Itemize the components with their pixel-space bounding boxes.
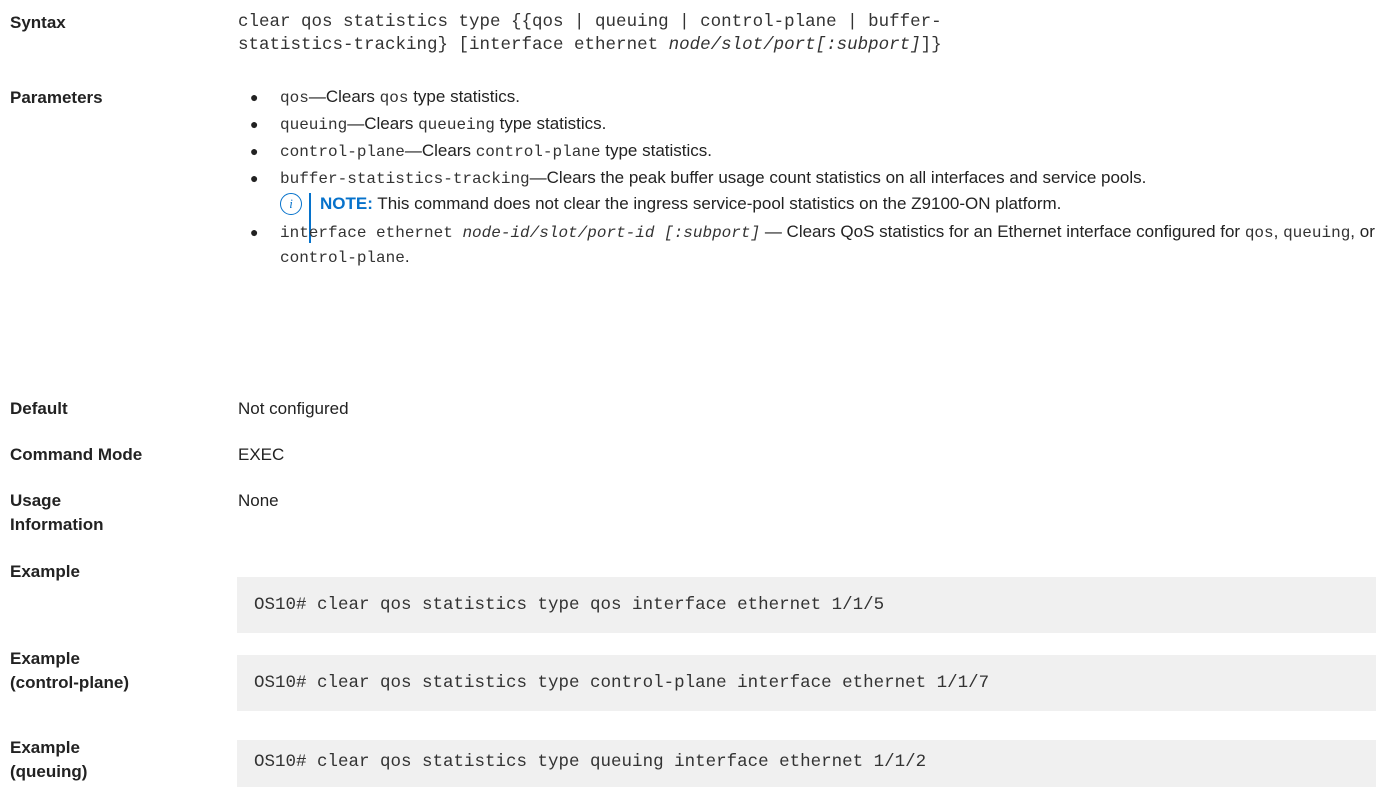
note-text: NOTE: This command does not clear the in… <box>320 194 1062 213</box>
syntax-line-1: clear qos statistics type {{qos | queuin… <box>238 12 942 32</box>
example-queuing-code-block: OS10# clear qos statistics type queuing … <box>237 740 1376 787</box>
bullet-icon: ● <box>250 89 259 105</box>
usage-label: Usage Information <box>10 491 104 534</box>
note-block: i NOTE: This command does not clear the … <box>280 191 1376 243</box>
command-mode-label: Command Mode <box>10 445 143 464</box>
param-item-interface-ethernet: ● interface ethernet node-id/slot/port-i… <box>250 222 1375 267</box>
bullet-icon: ● <box>250 224 259 240</box>
syntax-text: clear qos statistics type {{qos | queuin… <box>238 11 942 57</box>
command-mode-value: EXEC <box>238 445 285 464</box>
bullet-icon: ● <box>250 116 259 132</box>
example-code-block: OS10# clear qos statistics type qos inte… <box>237 577 1376 633</box>
example-control-plane-code-block: OS10# clear qos statistics type control-… <box>237 655 1376 711</box>
default-label: Default <box>10 399 68 418</box>
syntax-line-2: statistics-tracking} [interface ethernet… <box>238 35 942 55</box>
param-item-buffer-statistics-tracking: ● buffer-statistics-tracking—Clears the … <box>246 166 1376 243</box>
param-item-control-plane: ● control-plane—Clears control-plane typ… <box>250 141 712 161</box>
param-item-qos: ● qos—Clears qos type statistics. <box>250 87 520 107</box>
bullet-icon: ● <box>250 143 259 159</box>
example-control-plane-label: Example (control-plane) <box>10 649 129 692</box>
parameters-label: Parameters <box>10 88 103 107</box>
param-item-queuing: ● queuing—Clears queueing type statistic… <box>250 114 607 134</box>
example-label: Example <box>10 562 80 581</box>
bullet-icon: ● <box>250 170 259 186</box>
syntax-label: Syntax <box>10 13 66 32</box>
info-icon: i <box>280 193 302 215</box>
usage-value: None <box>238 491 279 510</box>
default-value: Not configured <box>238 399 349 418</box>
example-queuing-label: Example (queuing) <box>10 738 88 781</box>
parameters-list: ● qos—Clears qos type statistics. ● queu… <box>246 85 1376 272</box>
